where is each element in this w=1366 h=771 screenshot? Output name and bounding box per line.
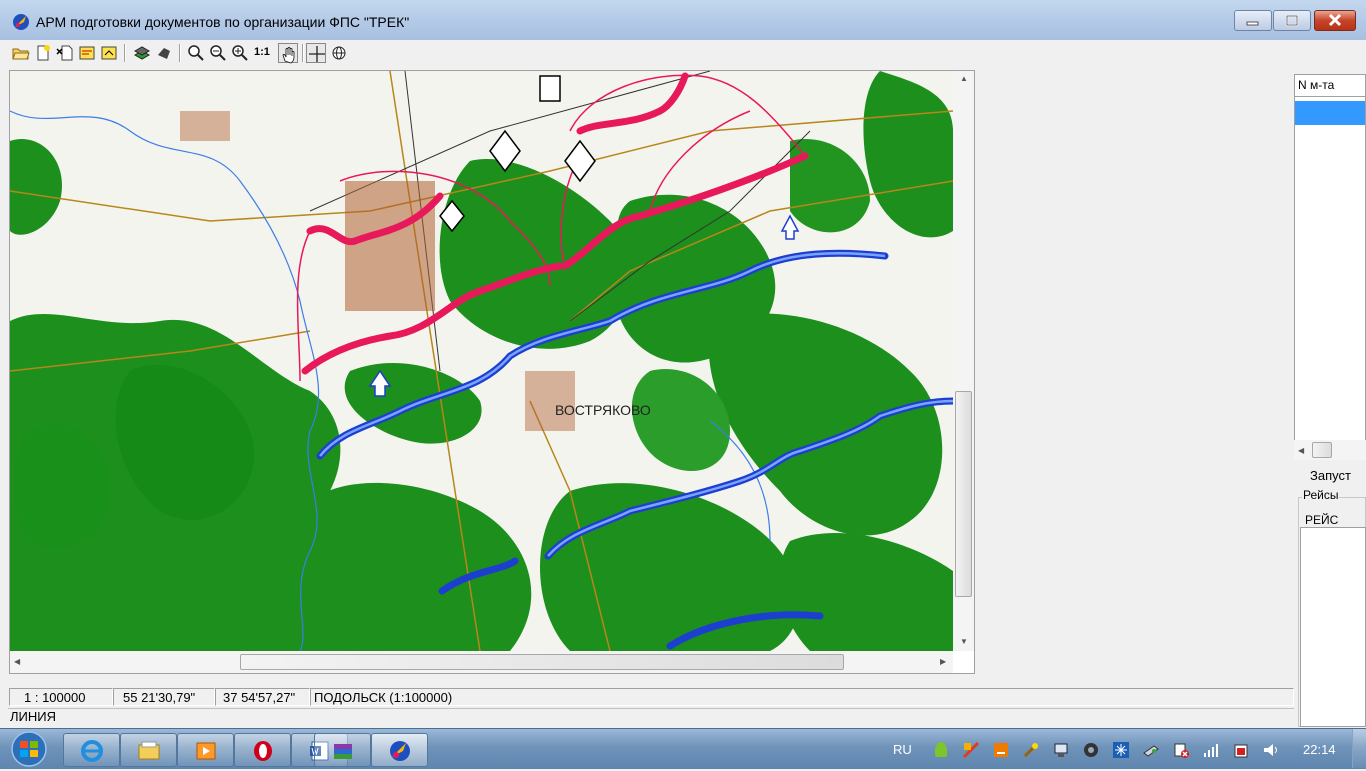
flights-column-header[interactable]: РЕЙС: [1305, 513, 1338, 527]
layers-button[interactable]: [132, 43, 152, 63]
selected-row[interactable]: [1295, 101, 1365, 125]
maximize-button[interactable]: [1273, 10, 1311, 31]
tray-signal-icon[interactable]: [1202, 741, 1220, 759]
doc-edit-button[interactable]: [77, 43, 97, 63]
tray-java-icon[interactable]: [992, 741, 1010, 759]
tray-android-icon[interactable]: [932, 741, 950, 759]
tray-snowflake-icon[interactable]: [1112, 741, 1130, 759]
pan-hand-icon: [282, 47, 295, 64]
doc-edit-icon: [79, 46, 95, 60]
crosshair-button[interactable]: [306, 43, 326, 63]
tray-usb-icon[interactable]: [1142, 741, 1160, 759]
delete-doc-icon: [56, 45, 73, 61]
window-title: АРМ подготовки документов по организации…: [36, 14, 410, 30]
scroll-down-icon[interactable]: ▼: [960, 637, 968, 646]
zoom-out-icon: [210, 45, 226, 61]
map-horizontal-scrollbar[interactable]: ◀ ▶: [10, 651, 953, 673]
map-vertical-thumb[interactable]: [955, 391, 972, 597]
show-desktop-button[interactable]: [1352, 729, 1366, 768]
scroll-right-icon[interactable]: ▶: [940, 657, 946, 666]
doc-export-button[interactable]: [99, 43, 119, 63]
map-horizontal-thumb[interactable]: [240, 654, 844, 670]
points-list[interactable]: N м-та: [1294, 74, 1366, 460]
tray-volume-icon[interactable]: [1262, 741, 1280, 759]
archive-icon: [334, 744, 352, 759]
opera-icon: [254, 741, 272, 761]
pan-hand-button[interactable]: [278, 43, 298, 64]
language-indicator[interactable]: RU: [893, 742, 912, 757]
restore-icon: [1285, 14, 1299, 27]
media-player-icon: [196, 742, 216, 760]
zoom-in-button[interactable]: [186, 43, 206, 63]
delete-doc-button[interactable]: [55, 43, 75, 63]
taskbar-archive[interactable]: [314, 733, 371, 767]
open-icon: [12, 48, 30, 60]
tray-network-settings-icon[interactable]: [1052, 741, 1070, 759]
flights-group-label: Рейсы: [1302, 488, 1340, 502]
status-scale: 1 : 100000: [9, 688, 113, 706]
start-button[interactable]: [6, 730, 52, 768]
zoom-in-icon: [188, 45, 204, 61]
windows-start-icon: [11, 731, 47, 767]
column-header[interactable]: N м-та: [1295, 75, 1365, 97]
trek-app-icon: [390, 741, 410, 761]
explorer-folder-icon: [138, 741, 160, 760]
layers-icon: [133, 46, 151, 60]
open-button[interactable]: [11, 43, 31, 63]
minimize-icon: [1246, 21, 1259, 26]
scale-1-1-button[interactable]: 1:1: [254, 43, 274, 63]
points-list-thumb[interactable]: [1312, 442, 1332, 458]
style-icon: [158, 48, 170, 59]
new-doc-button[interactable]: [33, 43, 53, 63]
globe-button[interactable]: [329, 43, 349, 63]
launch-button[interactable]: Запуст: [1298, 463, 1366, 489]
map-place-label: ВОСТРЯКОВО: [555, 402, 651, 418]
status-latitude: 55 21'30,79": [113, 688, 215, 706]
scroll-up-icon[interactable]: ▲: [960, 74, 968, 83]
taskbar-media-player[interactable]: [177, 733, 234, 767]
internet-explorer-icon: [81, 740, 103, 762]
tray-security-warning-icon[interactable]: [1172, 741, 1190, 759]
tray-camera-icon[interactable]: [1082, 741, 1100, 759]
taskbar-ie[interactable]: [63, 733, 120, 767]
map-vertical-scrollbar[interactable]: ▲ ▼: [953, 71, 974, 651]
taskbar-opera[interactable]: [234, 733, 291, 767]
app-icon[interactable]: [12, 13, 30, 31]
tray-wand-icon[interactable]: [1022, 741, 1040, 759]
clock[interactable]: 22:14: [1303, 742, 1336, 757]
tray-tool-icon[interactable]: [962, 741, 980, 759]
zoom-fit-button[interactable]: [230, 43, 250, 63]
status-mode: ЛИНИЯ: [8, 708, 1294, 726]
scroll-left-icon[interactable]: ◀: [14, 657, 20, 666]
doc-export-icon: [101, 46, 117, 60]
zoom-out-button[interactable]: [208, 43, 228, 63]
status-map-name: ПОДОЛЬСК (1:100000): [310, 688, 1294, 706]
taskbar-explorer[interactable]: [120, 733, 177, 767]
globe-icon: [332, 46, 346, 60]
tray-battery-icon[interactable]: [1232, 741, 1250, 759]
toolbar: 1:1: [8, 42, 353, 64]
close-button[interactable]: [1314, 10, 1356, 31]
minimize-button[interactable]: [1234, 10, 1272, 31]
close-icon: [1328, 13, 1342, 27]
zoom-fit-icon: [232, 45, 248, 61]
taskbar-trek-app[interactable]: [371, 733, 428, 767]
topographic-map: [10, 71, 953, 651]
style-button[interactable]: [154, 43, 174, 63]
status-longitude: 37 54'57,27": [215, 688, 310, 706]
map-canvas[interactable]: ВОСТРЯКОВО: [10, 71, 953, 651]
points-list-scrollbar[interactable]: ◀: [1294, 440, 1366, 460]
flights-list[interactable]: [1300, 527, 1366, 727]
new-doc-icon: [37, 45, 50, 61]
scroll-left-icon[interactable]: ◀: [1298, 446, 1304, 455]
crosshair-icon: [309, 46, 325, 62]
